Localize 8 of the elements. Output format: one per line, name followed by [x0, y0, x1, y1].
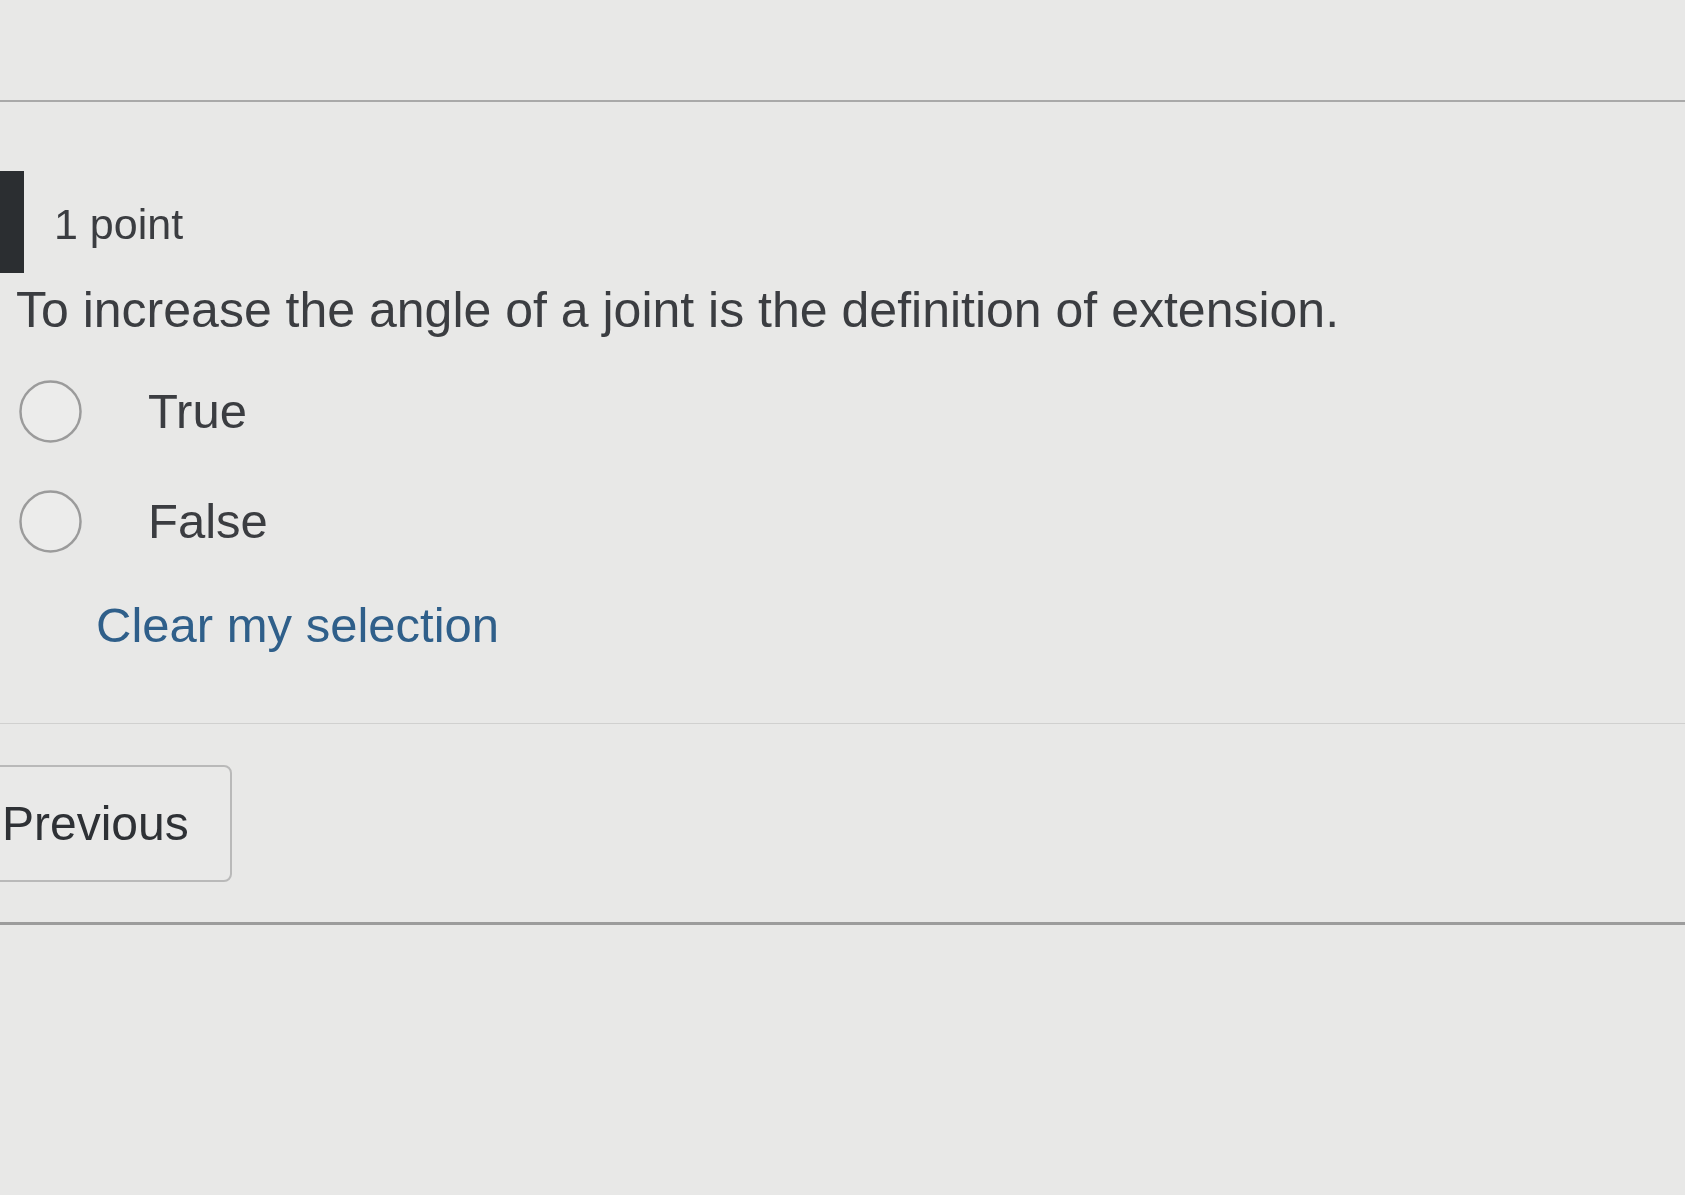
points-label: 1 point — [54, 199, 184, 251]
radio-button[interactable] — [19, 490, 82, 553]
question-text: To increase the angle of a joint is the definition of extension. — [15, 281, 1340, 340]
option-label[interactable]: False — [148, 492, 268, 551]
previous-button[interactable]: Previous — [0, 764, 232, 882]
radio-button[interactable] — [19, 380, 82, 443]
clear-selection-link[interactable]: Clear my selection — [96, 596, 500, 655]
option-label[interactable]: True — [148, 382, 247, 441]
